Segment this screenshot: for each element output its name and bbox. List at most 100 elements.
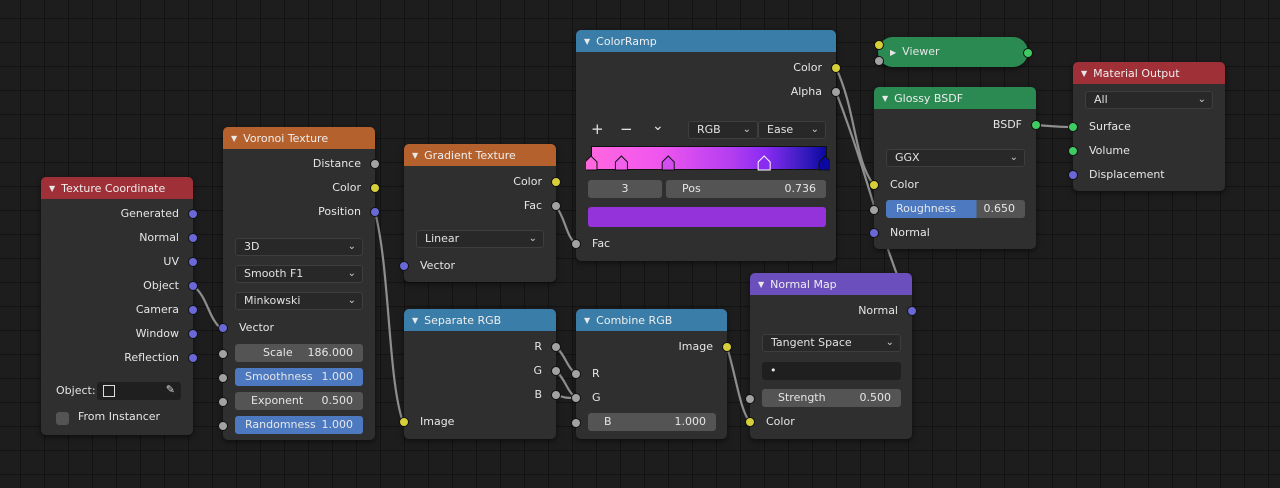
socket-viewer-alpha-in[interactable] (874, 56, 884, 66)
socket-g[interactable] (551, 366, 561, 376)
glossy-bsdf-node[interactable]: ▼ Glossy BSDF BSDF GGX ⌄ Color Roughness 0.… (869, 87, 1041, 249)
socket-fac[interactable] (551, 201, 561, 211)
space-dropdown[interactable]: Tangent Space ⌄ (762, 334, 901, 352)
randomness-field[interactable]: Randomness 1.000 (235, 416, 363, 434)
expand-icon[interactable]: ▶ (890, 48, 896, 57)
socket-color[interactable] (831, 63, 841, 73)
socket-color-in[interactable] (869, 180, 879, 190)
socket-volume-in[interactable] (1068, 146, 1078, 156)
distance-metric-dropdown[interactable]: Minkowski ⌄ (235, 292, 363, 310)
socket-camera[interactable] (188, 305, 198, 315)
glossy-header[interactable]: ▼ Glossy BSDF (874, 87, 1036, 109)
gradient-header[interactable]: ▼ Gradient Texture (404, 144, 556, 166)
socket-smoothness-in[interactable] (218, 373, 228, 383)
remove-stop-button[interactable]: − (620, 120, 633, 138)
socket-color[interactable] (551, 177, 561, 187)
socket-bsdf[interactable] (1031, 120, 1041, 130)
socket-displacement-in[interactable] (1068, 170, 1078, 180)
socket-fac-in[interactable] (571, 239, 581, 249)
ramp-menu-button[interactable]: ⌄ (652, 118, 664, 134)
active-stop-index-field[interactable]: 3 (588, 180, 662, 198)
exponent-field[interactable]: Exponent 0.500 (235, 392, 363, 410)
color-stop-marker[interactable] (614, 155, 628, 171)
socket-scale-in[interactable] (218, 349, 228, 359)
combine-rgb-header[interactable]: ▼ Combine RGB (576, 309, 727, 331)
socket-image-in[interactable] (399, 417, 409, 427)
normal-map-node[interactable]: ▼ Normal Map Normal Tangent Space ⌄ • Stre… (745, 273, 917, 439)
socket-alpha[interactable] (831, 87, 841, 97)
socket-window[interactable] (188, 329, 198, 339)
combine-rgb-node[interactable]: ▼ Combine RGB Image R G B 1.000 (571, 309, 732, 439)
stop-position-field[interactable]: Pos 0.736 (666, 180, 826, 198)
color-stop-marker[interactable] (661, 155, 675, 171)
socket-roughness-in[interactable] (869, 205, 879, 215)
collapse-icon[interactable]: ▼ (231, 134, 237, 143)
eyedropper-icon[interactable]: ✎ (166, 383, 175, 396)
socket-vector-in[interactable] (218, 323, 228, 333)
distribution-dropdown[interactable]: GGX ⌄ (886, 149, 1025, 167)
interpolation-dropdown[interactable]: Ease ⌄ (758, 121, 826, 139)
socket-image[interactable] (722, 342, 732, 352)
scale-field[interactable]: Scale 186.000 (235, 344, 363, 362)
gradient-type-dropdown[interactable]: Linear ⌄ (416, 230, 544, 248)
collapse-icon[interactable]: ▼ (1081, 69, 1087, 78)
from-instancer-checkbox[interactable] (56, 412, 69, 425)
voronoi-header[interactable]: ▼ Voronoi Texture (223, 127, 375, 149)
b-field[interactable]: B 1.000 (588, 413, 716, 431)
material-output-node[interactable]: ▼ Material Output All ⌄ Surface Volume Dis… (1068, 62, 1225, 191)
socket-reflection[interactable] (188, 353, 198, 363)
stop-color-swatch[interactable] (588, 207, 826, 227)
socket-strength-in[interactable] (745, 394, 755, 404)
collapse-icon[interactable]: ▼ (412, 151, 418, 160)
collapse-icon[interactable]: ▼ (758, 280, 764, 289)
dimensions-dropdown[interactable]: 3D ⌄ (235, 238, 363, 256)
socket-object[interactable] (188, 281, 198, 291)
color-stop-marker[interactable] (757, 155, 771, 171)
gradient-texture-node[interactable]: ▼ Gradient Texture Color Fac Linear ⌄ Vect… (399, 144, 561, 282)
object-field[interactable]: ✎ (97, 382, 181, 400)
socket-normal[interactable] (188, 233, 198, 243)
socket-color-in[interactable] (745, 417, 755, 427)
separate-rgb-node[interactable]: ▼ Separate RGB R G B Image (399, 309, 561, 439)
socket-normal[interactable] (907, 306, 917, 316)
viewer-node[interactable]: ▶ Viewer (874, 37, 1033, 67)
collapse-icon[interactable]: ▼ (584, 37, 590, 46)
socket-viewer-color-in[interactable] (874, 40, 884, 50)
uv-map-field[interactable]: • (762, 362, 901, 380)
strength-field[interactable]: Strength 0.500 (762, 389, 901, 407)
collapse-icon[interactable]: ▼ (584, 316, 590, 325)
socket-surface-in[interactable] (1068, 122, 1078, 132)
add-stop-button[interactable]: + (591, 120, 604, 138)
socket-distance[interactable] (370, 159, 380, 169)
normal-map-header[interactable]: ▼ Normal Map (750, 273, 912, 295)
roughness-field[interactable]: Roughness 0.650 (886, 200, 1025, 218)
texture-coordinate-header[interactable]: ▼ Texture Coordinate (41, 177, 193, 199)
socket-r-in[interactable] (571, 369, 581, 379)
socket-vector-in[interactable] (399, 261, 409, 271)
socket-normal-in[interactable] (869, 228, 879, 238)
socket-randomness-in[interactable] (218, 421, 228, 431)
texture-coordinate-node[interactable]: ▼ Texture Coordinate Generated Normal UV … (41, 177, 198, 435)
socket-color[interactable] (370, 183, 380, 193)
collapse-icon[interactable]: ▼ (412, 316, 418, 325)
socket-uv[interactable] (188, 257, 198, 267)
collapse-icon[interactable]: ▼ (49, 184, 55, 193)
colorramp-node[interactable]: ▼ ColorRamp Color Alpha + − ⌄ RGB ⌄ Ease ⌄ … (571, 30, 841, 261)
smoothness-field[interactable]: Smoothness 1.000 (235, 368, 363, 386)
socket-position[interactable] (370, 207, 380, 217)
socket-b-in[interactable] (571, 418, 581, 428)
colorramp-header[interactable]: ▼ ColorRamp (576, 30, 836, 52)
socket-viewer-out[interactable] (1023, 48, 1033, 58)
feature-dropdown[interactable]: Smooth F1 ⌄ (235, 265, 363, 283)
socket-r[interactable] (551, 342, 561, 352)
socket-generated[interactable] (188, 209, 198, 219)
material-output-header[interactable]: ▼ Material Output (1073, 62, 1225, 84)
color-stop-marker[interactable] (818, 155, 830, 171)
color-stops[interactable] (586, 154, 830, 172)
color-mode-dropdown[interactable]: RGB ⌄ (688, 121, 758, 139)
voronoi-texture-node[interactable]: ▼ Voronoi Texture Distance Color Position… (218, 127, 380, 440)
collapse-icon[interactable]: ▼ (882, 94, 888, 103)
socket-exponent-in[interactable] (218, 397, 228, 407)
color-stop-marker[interactable] (586, 155, 598, 171)
separate-rgb-header[interactable]: ▼ Separate RGB (404, 309, 556, 331)
